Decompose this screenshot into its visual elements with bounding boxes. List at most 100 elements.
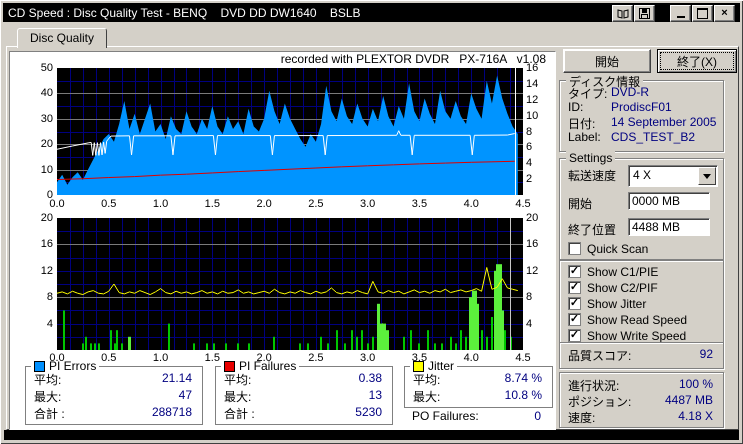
bottom-strip [4,430,739,440]
chevron-down-icon [703,173,711,179]
pi-errors-max-label: 最大: [34,390,62,404]
settings-group: Settings 転送速度 4 X 開始 終了位置 Quick Scan [559,151,724,260]
axis-tick-label: 3.5 [411,352,428,364]
jitter-avg-value: 8.74 % [504,371,542,385]
minimize-button[interactable] [670,5,691,22]
progress-label: 進行状況: [568,379,620,393]
speed-now-label: 速度: [568,411,596,425]
pi-failures-avg-value: 0.38 [358,371,382,385]
tab-disc-quality[interactable]: Disc Quality [17,28,107,48]
axis-tick-label: 1.0 [152,352,169,364]
axis-tick-label: 4 [526,317,533,330]
pi-failures-group: PI Failures 平均: 0.38 最大: 13 合計 :5230 [215,359,393,425]
end-pos-input[interactable] [628,218,710,236]
checkbox-icon[interactable] [568,242,581,255]
show-read-speed-checkbox[interactable]: ✓ Show Read Speed [568,313,718,327]
axis-tick-label: 16 [526,62,539,74]
save-button[interactable] [634,5,655,22]
axis-tick-label: 12 [40,264,53,277]
po-failures-label: PO Failures: [412,409,479,423]
axis-tick-label: 8 [46,291,53,304]
quick-scan-checkbox[interactable]: Quick Scan [568,242,718,256]
show-write-speed-checkbox[interactable]: ✓ Show Write Speed [568,329,718,343]
axis-tick-label: 0.0 [49,198,65,210]
pi-failures-total-value: 5230 [355,405,382,419]
disc-label-value: CDS_TEST_B2 [611,130,696,144]
axis-tick-label: 10 [526,109,539,122]
axis-tick-label: 8 [526,125,533,138]
checkbox-icon[interactable]: ✓ [568,313,581,326]
speed-dropdown-button[interactable] [698,167,716,185]
axis-tick-label: 4.5 [515,198,531,210]
quality-score-label: 品質スコア: [568,349,632,363]
pi-failures-avg-label: 平均: [224,373,252,387]
show-options-group: ✓ Show C1/PIE ✓ Show C2/PIF ✓ Show Jitte… [559,260,724,346]
axis-tick-label: 20 [526,212,539,224]
speed-now-value: 4.18 X [678,409,713,423]
start-button[interactable]: 開始 [563,49,651,73]
show-c1pie-label: Show C1/PIE [587,265,659,279]
axis-tick-label: 0.0 [49,352,65,364]
app-window: CD Speed : Disc Quality Test - BENQ DVD … [0,0,743,444]
checkbox-icon[interactable]: ✓ [568,329,581,342]
titlebar: CD Speed : Disc Quality Test - BENQ DVD … [3,3,740,22]
axis-tick-label: 20 [40,212,53,224]
axis-tick-label: 2.5 [308,352,324,364]
pi-errors-avg-label: 平均: [34,373,62,387]
recorded-with-label: recorded with PLEXTOR DVDR PX-716A v1.08 [280,52,546,66]
axis-tick-label: 0.5 [101,352,117,364]
axis-tick-label: 1.0 [152,198,169,210]
disc-id-value: ProdiscF01 [611,100,672,114]
axis-tick-label: 4 [46,317,53,330]
show-c1pie-checkbox[interactable]: ✓ Show C1/PIE [568,265,718,279]
axis-tick-label: 16 [526,238,539,251]
settings-title: Settings [566,151,616,165]
exit-button[interactable]: 終了(X) [657,49,737,73]
quality-score-value: 92 [699,347,713,361]
axis-tick-label: 2.0 [256,352,272,364]
disc-date-value: 14 September 2005 [611,115,717,129]
axis-tick-label: 2.0 [256,198,272,210]
book-icon [617,8,628,19]
jitter-avg-label: 平均: [413,373,441,387]
end-pos-label: 終了位置 [568,223,617,237]
maximize-button[interactable] [692,5,713,22]
close-button[interactable]: × [714,5,735,22]
checkbox-icon[interactable]: ✓ [568,281,581,294]
axis-tick-label: 3.0 [360,198,376,210]
axis-tick-label: 4 [526,157,533,170]
jitter-max-label: 最大: [413,390,441,404]
window-title: CD Speed : Disc Quality Test - BENQ DVD … [8,6,361,20]
pi-errors-avg-value: 21.14 [161,371,192,385]
progress-group: 進行状況: 100 % ポジション: 4487 MB 速度: 4.18 X [559,372,724,428]
po-failures-row: PO Failures: 0 [404,409,551,424]
pi-errors-max-value: 47 [178,388,192,402]
po-failures-value: 0 [534,409,541,423]
disc-info-group: ディスク情報 タイプ: DVD-R ID: ProdiscF01 日付: 14 Sep… [559,73,724,152]
show-jitter-checkbox[interactable]: ✓ Show Jitter [568,297,718,311]
speed-select[interactable]: 4 X [628,165,718,187]
show-c2pif-label: Show C2/PIF [587,281,658,295]
pie-speed-chart [57,68,523,195]
axis-tick-label: 14 [526,77,539,90]
disc-type-value: DVD-R [611,85,649,99]
show-write-speed-label: Show Write Speed [587,329,687,343]
position-label: ポジション: [568,395,632,409]
axis-tick-label: 3.0 [360,352,376,364]
axis-tick-label: 40 [40,87,53,100]
jitter-max-value: 10.8 % [504,388,542,402]
start-pos-input[interactable] [628,192,710,210]
axis-tick-label: 2.5 [308,198,324,210]
pi-errors-group: PI Errors 平均: 21.14 最大: 47 合計 :288718 [25,359,203,425]
pi-errors-total-label: 合計 : [34,407,65,421]
position-value: 4487 MB [664,393,713,407]
axis-tick-label: 12 [526,264,539,277]
axis-tick-label: 1.5 [204,198,220,210]
checkbox-icon[interactable]: ✓ [568,297,581,310]
show-c2pif-checkbox[interactable]: ✓ Show C2/PIF [568,281,718,295]
show-read-speed-label: Show Read Speed [587,313,688,327]
axis-tick-label: 30 [40,112,53,125]
log-button[interactable] [612,5,633,22]
axis-tick-label: 4.0 [463,198,479,210]
checkbox-icon[interactable]: ✓ [568,265,581,278]
